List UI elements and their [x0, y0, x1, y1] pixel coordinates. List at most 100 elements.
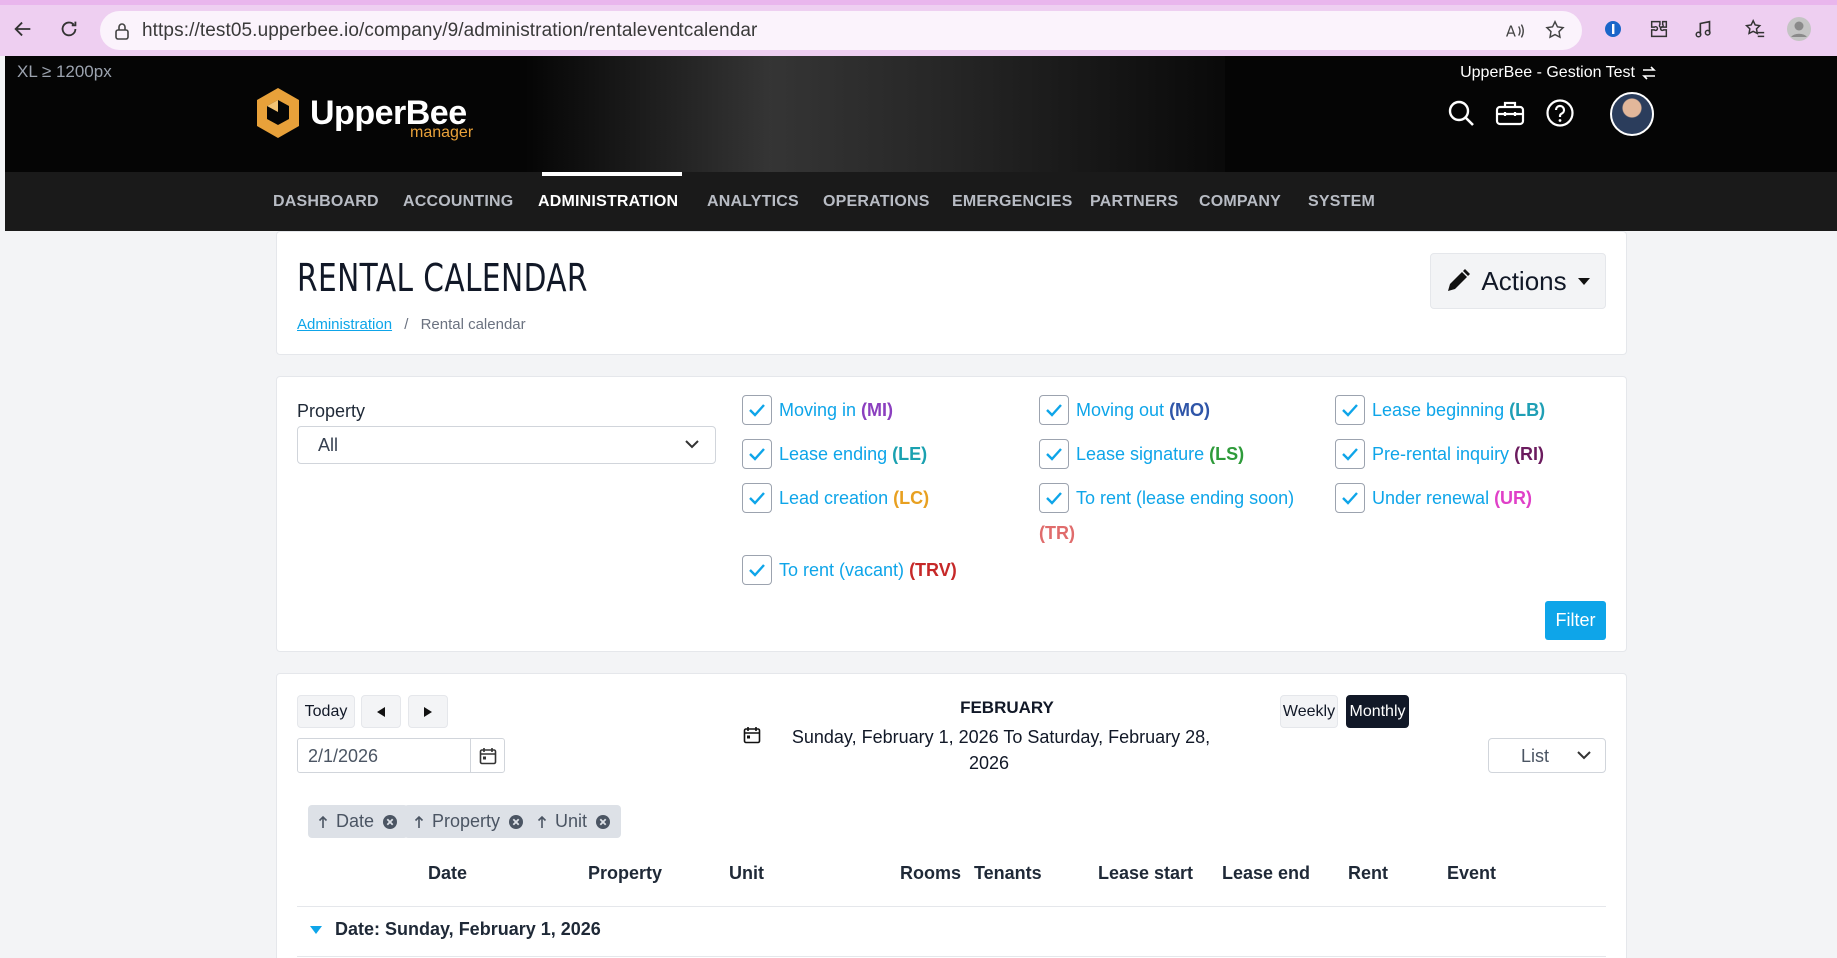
nav-active-indicator — [542, 172, 682, 176]
nav-system[interactable]: SYSTEM — [1308, 193, 1375, 211]
extensions-icon[interactable] — [1642, 12, 1676, 46]
nav-analytics[interactable]: ANALYTICS — [707, 193, 799, 211]
chevron-down-icon — [685, 440, 699, 449]
pencil-icon — [1448, 269, 1471, 291]
sort-chip-unit[interactable]: Unit — [527, 805, 622, 838]
checkbox-lead-creation[interactable]: Lead creation (LC) — [742, 483, 929, 513]
filter-button[interactable]: Filter — [1545, 601, 1606, 640]
caret-down-icon[interactable] — [309, 925, 323, 935]
checkbox-box[interactable] — [1335, 395, 1365, 425]
filter-card: Property All Moving in (MI) Moving out (MO… — [276, 376, 1627, 652]
calendar-picker-icon[interactable] — [470, 739, 504, 772]
column-header-property[interactable]: Property — [588, 863, 662, 884]
remove-circle-icon[interactable] — [382, 814, 398, 830]
event-label: Lease ending — [779, 444, 888, 464]
back-icon[interactable] — [6, 12, 40, 46]
address-bar[interactable]: https://test05.upperbee.io/company/9/adm… — [100, 11, 1582, 50]
group-row[interactable]: Date: Sunday, February 1, 2026 — [297, 919, 601, 940]
breadcrumb-administration-link[interactable]: Administration — [297, 316, 392, 333]
sort-chip-property[interactable]: Property — [404, 805, 535, 838]
column-header-date[interactable]: Date — [428, 863, 467, 884]
event-label: Lead creation — [779, 488, 889, 508]
remove-circle-icon[interactable] — [508, 814, 524, 830]
company-switcher[interactable]: UpperBee - Gestion Test — [1460, 64, 1657, 82]
column-header-event[interactable]: Event — [1447, 863, 1496, 884]
checkbox-box[interactable] — [742, 483, 772, 513]
checkbox-box[interactable] — [742, 439, 772, 469]
check-icon — [1342, 404, 1358, 417]
toolbox-icon[interactable] — [1493, 96, 1527, 130]
profile-icon[interactable] — [1782, 12, 1816, 46]
help-icon[interactable] — [1543, 96, 1577, 130]
checkbox-to-rent-vacant[interactable]: To rent (vacant) (TRV) — [742, 555, 957, 585]
checkbox-box[interactable] — [1335, 439, 1365, 469]
previous-button[interactable] — [361, 695, 401, 728]
checkbox-box[interactable] — [1335, 483, 1365, 513]
checkbox-under-renewal[interactable]: Under renewal (UR) — [1335, 483, 1532, 513]
checkbox-moving-out[interactable]: Moving out (MO) — [1039, 395, 1210, 425]
checkbox-lease-beginning[interactable]: Lease beginning (LB) — [1335, 395, 1545, 425]
checkbox-to-rent-lease-ending[interactable]: To rent (lease ending soon) — [1039, 483, 1294, 513]
date-input[interactable]: 2/1/2026 — [297, 738, 505, 773]
nav-partners[interactable]: PARTNERS — [1090, 193, 1178, 211]
checkbox-lease-ending[interactable]: Lease ending (LE) — [742, 439, 927, 469]
checkbox-box[interactable] — [1039, 395, 1069, 425]
column-header-lease-start[interactable]: Lease start — [1098, 863, 1193, 884]
check-icon — [749, 448, 765, 461]
favorite-star-icon[interactable] — [1544, 19, 1566, 41]
main-nav: DASHBOARD ACCOUNTING ADMINISTRATION ANAL… — [5, 172, 1837, 231]
actions-dropdown-button[interactable]: Actions — [1430, 253, 1606, 309]
column-header-rooms[interactable]: Rooms — [900, 863, 961, 884]
checkbox-box[interactable] — [1039, 439, 1069, 469]
column-header-lease-end[interactable]: Lease end — [1222, 863, 1310, 884]
nav-company[interactable]: COMPANY — [1199, 193, 1281, 211]
svg-text:A: A — [1506, 24, 1516, 41]
nav-emergencies[interactable]: EMERGENCIES — [952, 193, 1072, 211]
checkbox-box[interactable] — [1039, 483, 1069, 513]
nav-administration[interactable]: ADMINISTRATION — [538, 193, 678, 211]
caret-down-icon — [1577, 278, 1590, 285]
hexagon-logo-icon — [257, 88, 299, 138]
checkbox-box[interactable] — [742, 395, 772, 425]
sort-chip-date[interactable]: Date — [308, 805, 409, 838]
remove-circle-icon[interactable] — [595, 814, 611, 830]
nav-accounting[interactable]: ACCOUNTING — [403, 193, 513, 211]
reload-icon[interactable] — [52, 12, 86, 46]
site-info-icon[interactable] — [114, 22, 130, 40]
favorites-icon[interactable] — [1738, 12, 1772, 46]
event-code: (LE) — [892, 444, 928, 464]
nav-dashboard[interactable]: DASHBOARD — [273, 193, 379, 211]
event-code: (TRV) — [909, 560, 957, 580]
password-manager-icon[interactable] — [1596, 12, 1630, 46]
today-button[interactable]: Today — [297, 695, 355, 728]
event-code: (TR) — [1039, 523, 1075, 543]
property-select[interactable]: All — [297, 426, 716, 464]
caret-left-icon — [377, 706, 385, 717]
company-name: UpperBee - Gestion Test — [1460, 64, 1635, 81]
view-mode-select[interactable]: List — [1488, 738, 1606, 773]
calendar-card: Today 2/1/2026 FEBRUARY Sunday, February… — [276, 673, 1627, 958]
column-header-unit[interactable]: Unit — [729, 863, 764, 884]
next-button[interactable] — [408, 695, 448, 728]
search-icon[interactable] — [1444, 96, 1478, 130]
nav-operations[interactable]: OPERATIONS — [823, 193, 930, 211]
date-range-line-1: Sunday, February 1, 2026 To Saturday, Fe… — [791, 727, 1211, 747]
media-control-icon[interactable] — [1687, 12, 1721, 46]
checkbox-box[interactable] — [742, 555, 772, 585]
monthly-button[interactable]: Monthly — [1346, 695, 1409, 728]
header-building-image — [525, 56, 1225, 172]
group-label: Date: Sunday, February 1, 2026 — [335, 919, 601, 939]
column-header-tenants[interactable]: Tenants — [974, 863, 1042, 884]
group-row-divider — [297, 956, 1606, 957]
checkbox-moving-in[interactable]: Moving in (MI) — [742, 395, 893, 425]
property-select-value: All — [318, 435, 339, 455]
checkbox-lease-signature[interactable]: Lease signature (LS) — [1039, 439, 1244, 469]
user-avatar[interactable] — [1610, 92, 1654, 136]
checkbox-pre-rental-inquiry[interactable]: Pre-rental inquiry (RI) — [1335, 439, 1544, 469]
read-aloud-icon[interactable]: A — [1504, 20, 1526, 42]
column-header-rent[interactable]: Rent — [1348, 863, 1388, 884]
view-mode-value: List — [1521, 746, 1550, 766]
actions-label: Actions — [1481, 265, 1567, 296]
weekly-button[interactable]: Weekly — [1280, 695, 1338, 728]
sort-chip-label: Property — [432, 811, 501, 831]
